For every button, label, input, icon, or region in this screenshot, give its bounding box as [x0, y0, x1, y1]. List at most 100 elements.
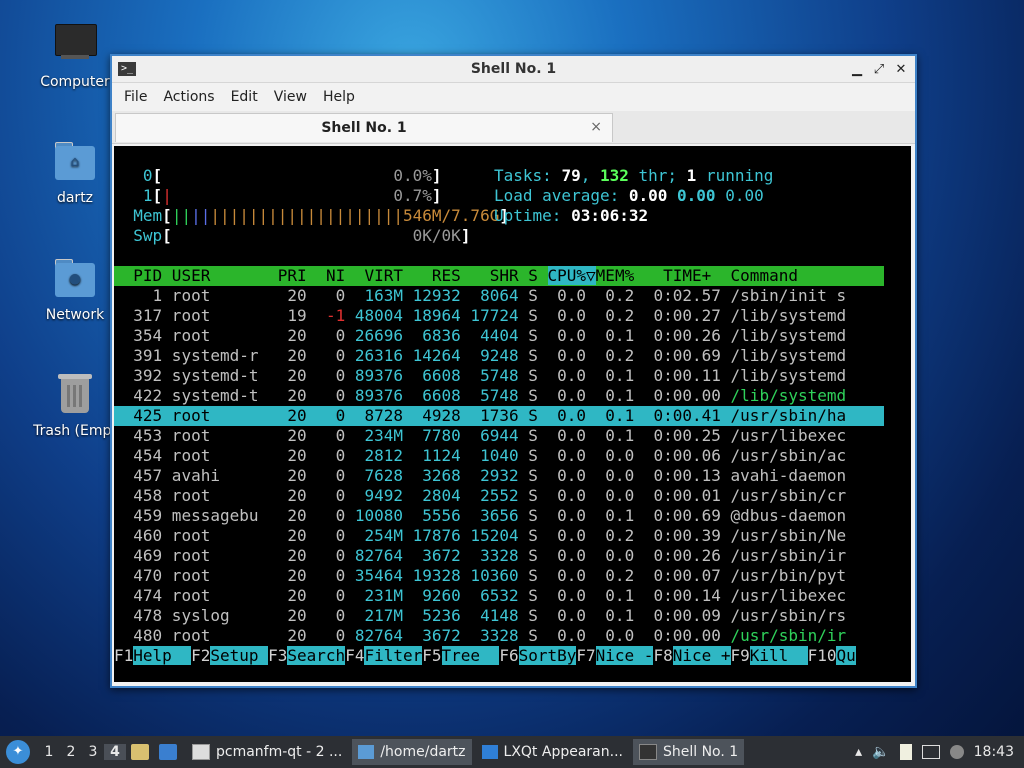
col-cpu[interactable]: CPU%▽	[547, 266, 596, 285]
col-state[interactable]: S	[519, 266, 548, 285]
col-pri[interactable]: PRI	[259, 266, 307, 285]
col-user[interactable]: USER	[162, 266, 258, 285]
desktop-switch-4[interactable]: 4	[104, 744, 126, 760]
task-home-dartz[interactable]: /home/dartz	[352, 739, 472, 765]
clipboard-icon[interactable]	[899, 744, 912, 760]
process-row[interactable]: 391 systemd-r 20 0 26316 14264 9248 S 0.…	[114, 346, 884, 366]
col-virt[interactable]: VIRT	[345, 266, 403, 285]
fkey-f1[interactable]: F1	[114, 646, 133, 665]
cell-cpu: 0.0	[537, 306, 587, 325]
fkey-label[interactable]: Filter	[364, 646, 423, 665]
load-average: Load average: 0.00 0.00 0.00	[494, 186, 764, 205]
task-lxqt-appearance[interactable]: LXQt Appearan...	[476, 739, 629, 765]
process-row[interactable]: 470 root 20 0 35464 19328 10360 S 0.0 0.…	[114, 566, 884, 586]
process-row[interactable]: 474 root 20 0 231M 9260 6532 S 0.0 0.1 0…	[114, 586, 884, 606]
process-row[interactable]: 453 root 20 0 234M 7780 6944 S 0.0 0.1 0…	[114, 426, 884, 446]
close-icon[interactable]: ✕	[895, 62, 907, 77]
fkey-label[interactable]: Tree	[441, 646, 500, 665]
fkey-label[interactable]: Setup	[210, 646, 269, 665]
desktop-switch-1[interactable]: 1	[38, 744, 60, 760]
process-row[interactable]: 469 root 20 0 82764 3672 3328 S 0.0 0.0 …	[114, 546, 884, 566]
fkey-f9[interactable]: F9	[731, 646, 750, 665]
process-row[interactable]: 460 root 20 0 254M 17876 15204 S 0.0 0.2…	[114, 526, 884, 546]
volume-icon[interactable]: 🔈	[872, 744, 889, 760]
desktop-switch-2[interactable]: 2	[60, 744, 82, 760]
clock[interactable]: 18:43	[974, 744, 1014, 760]
process-row[interactable]: 478 syslog 20 0 217M 5236 4148 S 0.0 0.1…	[114, 606, 884, 626]
cell-cmd: /lib/systemd	[720, 326, 847, 345]
terminal-area[interactable]: 0[ 0.0%] 1[| 0.7%] Mem[|||||||||||||||||…	[114, 146, 911, 682]
col-mem[interactable]: MEM%	[596, 266, 635, 285]
menu-edit[interactable]: Edit	[223, 89, 266, 105]
task-shell[interactable]: Shell No. 1	[632, 739, 745, 765]
swp-label: Swp	[133, 226, 163, 245]
process-row[interactable]: 458 root 20 0 9492 2804 2552 S 0.0 0.0 0…	[114, 486, 884, 506]
fkey-f6[interactable]: F6	[499, 646, 518, 665]
cell-virt: 48004	[345, 306, 403, 325]
process-row[interactable]: 422 systemd-t 20 0 89376 6608 5748 S 0.0…	[114, 386, 884, 406]
cell-s: S	[518, 626, 538, 645]
fkey-f8[interactable]: F8	[653, 646, 672, 665]
process-row[interactable]: 454 root 20 0 2812 1124 1040 S 0.0 0.0 0…	[114, 446, 884, 466]
tab-close-icon[interactable]: ×	[590, 119, 602, 135]
process-row[interactable]: 459 messagebu 20 0 10080 5556 3656 S 0.0…	[114, 506, 884, 526]
col-command[interactable]: Command	[721, 266, 798, 285]
update-icon[interactable]	[949, 745, 964, 759]
fkey-f5[interactable]: F5	[422, 646, 441, 665]
cell-pri: 20	[258, 366, 307, 385]
cell-time: 0:00.39	[634, 526, 721, 545]
process-row[interactable]: 317 root 19 -1 48004 18964 17724 S 0.0 0…	[114, 306, 884, 326]
col-ni[interactable]: NI	[307, 266, 345, 285]
cell-mem: 0.0	[586, 466, 635, 485]
fkey-f4[interactable]: F4	[345, 646, 364, 665]
col-pid[interactable]: PID	[114, 266, 162, 285]
fkey-label[interactable]: Kill	[749, 646, 808, 665]
process-row[interactable]: 1 root 20 0 163M 12932 8064 S 0.0 0.2 0:…	[114, 286, 884, 306]
file-manager-launcher-icon[interactable]	[131, 744, 149, 760]
col-shr[interactable]: SHR	[461, 266, 519, 285]
window-titlebar[interactable]: >_ Shell No. 1 ▁ ⤢ ✕	[112, 56, 915, 83]
menu-actions[interactable]: Actions	[155, 89, 222, 105]
process-row[interactable]: 425 root 20 0 8728 4928 1736 S 0.0 0.1 0…	[114, 406, 884, 426]
fkey-label[interactable]: Nice +	[672, 646, 731, 665]
col-res[interactable]: RES	[403, 266, 461, 285]
cell-virt: 89376	[345, 366, 403, 385]
process-row[interactable]: 457 avahi 20 0 7628 3268 2932 S 0.0 0.0 …	[114, 466, 884, 486]
cell-user: root	[162, 546, 259, 565]
cell-time: 0:00.25	[634, 426, 721, 445]
menu-file[interactable]: File	[116, 89, 155, 105]
cell-pid: 480	[114, 626, 163, 645]
menu-help[interactable]: Help	[315, 89, 363, 105]
fkey-label[interactable]: Nice -	[595, 646, 654, 665]
fkey-f2[interactable]: F2	[191, 646, 210, 665]
menu-view[interactable]: View	[266, 89, 315, 105]
cell-user: root	[162, 426, 259, 445]
show-desktop-icon[interactable]	[159, 744, 177, 760]
cell-cpu: 0.0	[537, 426, 587, 445]
fkey-f3[interactable]: F3	[268, 646, 287, 665]
process-row[interactable]: 392 systemd-t 20 0 89376 6608 5748 S 0.0…	[114, 366, 884, 386]
fkey-label[interactable]: Help	[133, 646, 192, 665]
task-pcmanfm[interactable]: pcmanfm-qt - 2 ...	[186, 739, 348, 765]
fkey-label[interactable]: Qu	[836, 646, 856, 665]
minimize-icon[interactable]: ▁	[851, 62, 863, 77]
process-row[interactable]: 354 root 20 0 26696 6836 4404 S 0.0 0.1 …	[114, 326, 884, 346]
swp-value: 0K/0K	[412, 226, 461, 245]
fkey-f10[interactable]: F10	[808, 646, 837, 665]
process-row[interactable]: 480 root 20 0 82764 3672 3328 S 0.0 0.0 …	[114, 626, 884, 646]
terminal-app-icon[interactable]: >_	[118, 62, 136, 76]
network-icon[interactable]	[921, 745, 940, 759]
main-menu-icon[interactable]: ✦	[6, 740, 30, 764]
tab-shell-1[interactable]: Shell No. 1 ×	[115, 113, 613, 142]
cell-pri: 20	[258, 486, 307, 505]
cell-pid: 453	[114, 426, 163, 445]
col-time[interactable]: TIME+	[634, 266, 721, 285]
cell-virt: 82764	[345, 626, 403, 645]
cell-cpu: 0.0	[537, 466, 587, 485]
fkey-label[interactable]: SortBy	[518, 646, 577, 665]
maximize-icon[interactable]: ⤢	[873, 62, 885, 77]
tray-arrow-icon[interactable]: ▴	[855, 744, 862, 760]
desktop-switch-3[interactable]: 3	[82, 744, 104, 760]
fkey-f7[interactable]: F7	[576, 646, 595, 665]
fkey-label[interactable]: Search	[287, 646, 346, 665]
